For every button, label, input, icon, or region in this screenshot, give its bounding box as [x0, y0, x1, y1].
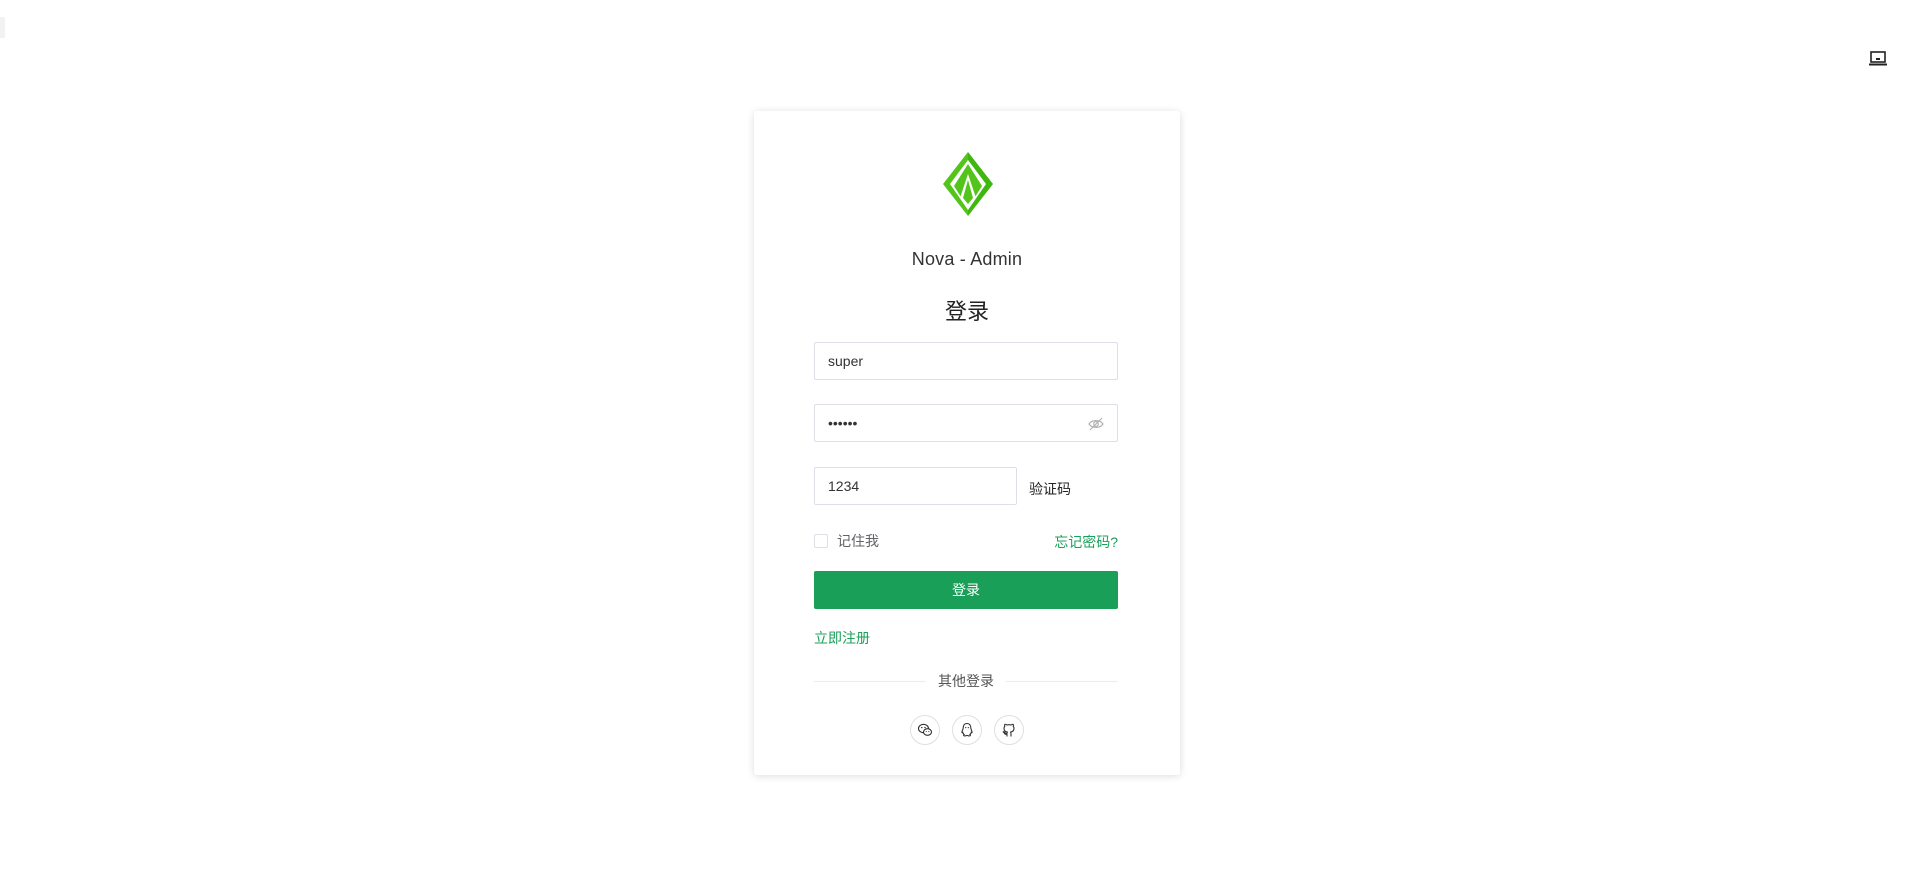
github-icon [1002, 723, 1015, 737]
remember-me-checkbox[interactable]: 记住我 [814, 531, 879, 551]
eye-off-icon[interactable] [1087, 415, 1105, 433]
password-field [814, 404, 1118, 442]
captcha-input[interactable] [815, 468, 1016, 504]
username-input[interactable] [815, 343, 1117, 379]
login-button[interactable]: 登录 [814, 571, 1118, 609]
laptop-icon [1869, 51, 1887, 66]
github-login-button[interactable] [994, 715, 1024, 745]
divider-line-left [814, 680, 926, 682]
social-login-buttons [754, 715, 1180, 745]
login-page: Nova - Admin 登录 验证码 记住我 忘记密码? 登录 立即注册 其 [0, 0, 1920, 879]
username-field [814, 342, 1118, 380]
app-title: Nova - Admin [911, 249, 1023, 269]
captcha-field [814, 467, 1017, 505]
login-card: Nova - Admin 登录 验证码 记住我 忘记密码? 登录 立即注册 其 [754, 111, 1180, 775]
wechat-login-button[interactable] [910, 715, 940, 745]
captcha-image[interactable]: 验证码 [1029, 477, 1071, 501]
layout-toggle-button[interactable] [1867, 50, 1889, 68]
remember-me-label: 记住我 [837, 533, 879, 549]
qq-icon [961, 722, 973, 737]
wechat-icon [917, 723, 933, 736]
nova-logo-icon [943, 152, 993, 216]
other-login-divider: 其他登录 [814, 671, 1118, 691]
register-link[interactable]: 立即注册 [814, 628, 870, 648]
forgot-password-link[interactable]: 忘记密码? [1054, 532, 1118, 552]
checkbox-box[interactable] [814, 534, 828, 548]
other-login-label: 其他登录 [938, 673, 994, 689]
qq-login-button[interactable] [952, 715, 982, 745]
divider-line-right [1006, 680, 1118, 682]
password-input[interactable] [815, 405, 1117, 441]
login-heading: 登录 [944, 299, 989, 324]
corner-tab [0, 17, 5, 38]
